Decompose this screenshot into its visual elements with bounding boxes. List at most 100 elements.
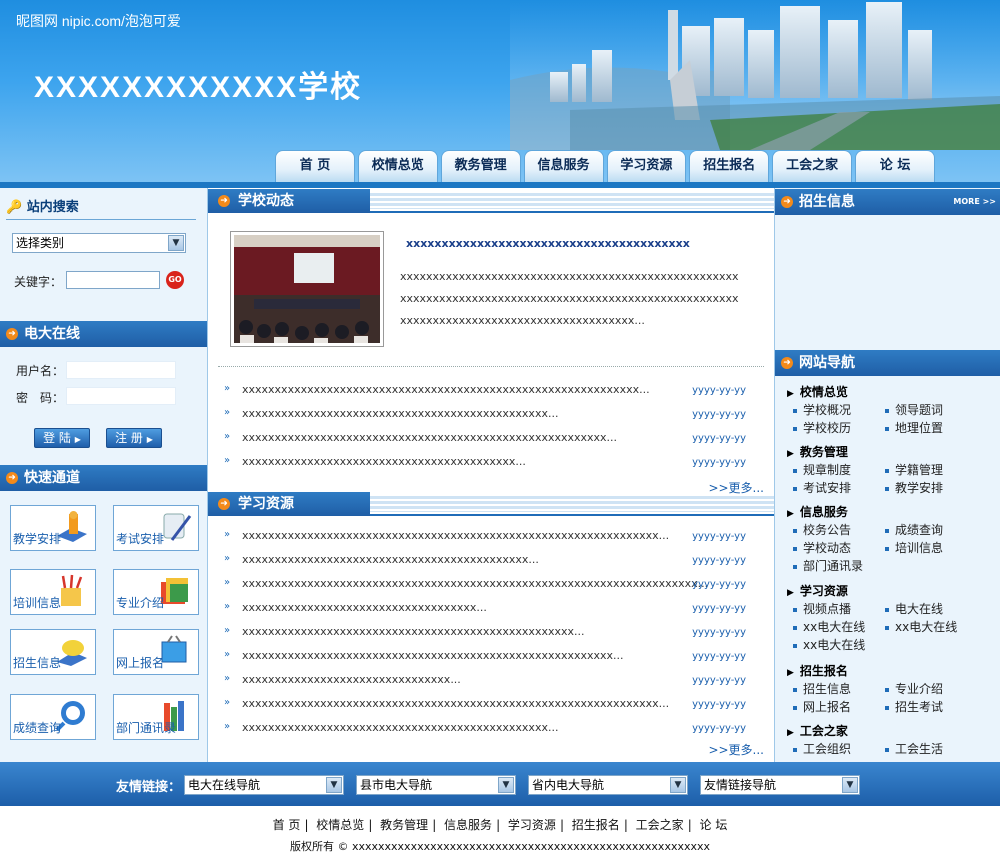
news-list-item[interactable]: » xxxxxxxxxxxxxxxxxxxxxxxxxxxxxxxxxxxxxxx… xyxy=(224,405,764,425)
dotted-divider xyxy=(218,366,764,367)
quick-exam-schedule[interactable]: 考试安排 xyxy=(113,505,199,551)
footer-link-enrollment[interactable]: 招生报名 xyxy=(568,818,624,832)
quick-major-intro[interactable]: 专业介绍 xyxy=(113,569,199,615)
bullet-icon xyxy=(793,687,797,692)
enroll-more-link[interactable]: MORE >> xyxy=(953,189,996,215)
sitenav-link[interactable]: 培训信息 xyxy=(885,539,943,556)
sitenav-link[interactable]: 成绩查询 xyxy=(885,521,943,538)
city-skyline-banner xyxy=(510,0,1000,150)
double-chevron-icon: » xyxy=(224,673,231,684)
study-list-item[interactable]: » xxxxxxxxxxxxxxxxxxxxxxxxxxxxxxxxxxxxxxx… xyxy=(224,527,764,547)
nav-enrollment[interactable]: 招生报名 xyxy=(689,150,770,182)
double-chevron-icon: » xyxy=(224,407,231,418)
site-title: XXXXXXXXXXXX学校 xyxy=(34,71,363,104)
study-section-header: ➜ 学习资源 xyxy=(208,492,774,516)
sitenav-link[interactable]: 学籍管理 xyxy=(885,461,943,478)
nav-union[interactable]: 工会之家 xyxy=(772,150,853,182)
news-list-item[interactable]: » xxxxxxxxxxxxxxxxxxxxxxxxxxxxxxxxxxxxxxx… xyxy=(224,453,764,473)
study-list-item[interactable]: » xxxxxxxxxxxxxxxxxxxxxxxxxxxxxxxx... yyyy… xyxy=(224,671,764,691)
sitenav-group-heading[interactable]: ▶ 学习资源 xyxy=(787,582,848,599)
sitenav-link[interactable]: 学校校历 xyxy=(793,419,851,436)
bullet-icon xyxy=(793,546,797,551)
sitenav-link[interactable]: 专业介绍 xyxy=(885,680,943,697)
double-chevron-icon: » xyxy=(224,455,231,466)
sitenav-link[interactable]: xx电大在线 xyxy=(793,636,865,653)
sitenav-link[interactable]: 校务公告 xyxy=(793,521,851,538)
login-button[interactable]: 登 陆 ▶ xyxy=(34,428,90,448)
keyword-input[interactable] xyxy=(66,271,160,289)
copyright: 版权所有 © xxxxxxxxxxxxxxxxxxxxxxxxxxxxxxxxx… xyxy=(289,840,711,853)
sitenav-link[interactable]: 招生考试 xyxy=(885,698,943,715)
study-list-item[interactable]: » xxxxxxxxxxxxxxxxxxxxxxxxxxxxxxxxxxxxxxx… xyxy=(224,695,764,715)
sitenav-link[interactable]: 学校动态 xyxy=(793,539,851,556)
quick-score-query[interactable]: 成绩查询 xyxy=(10,694,96,740)
sitenav-link[interactable]: 地理位置 xyxy=(885,419,943,436)
arrow-icon: ➜ xyxy=(218,498,230,510)
study-list-item[interactable]: » xxxxxxxxxxxxxxxxxxxxxxxxxxxxxxxxxxxxxxx… xyxy=(224,575,764,595)
quick-dept-directory[interactable]: 部门通讯录 xyxy=(113,694,199,740)
sitenav-link[interactable]: 考试安排 xyxy=(793,479,851,496)
study-list-item[interactable]: » xxxxxxxxxxxxxxxxxxxxxxxxxxxxxxxxxxxxxxx… xyxy=(224,647,764,667)
study-list-item[interactable]: » xxxxxxxxxxxxxxxxxxxxxxxxxxxxxxxxxxxxxxx… xyxy=(224,623,764,643)
arrow-icon: ➜ xyxy=(6,472,18,484)
sitenav-link[interactable]: 视频点播 xyxy=(793,600,851,617)
sitenav-link[interactable]: 网上报名 xyxy=(793,698,851,715)
footer-link-academic[interactable]: 教务管理 xyxy=(376,818,432,832)
link-select-friends[interactable]: 友情链接导航 ▼ xyxy=(700,775,860,795)
study-section-tab[interactable]: ➜ 学习资源 xyxy=(208,492,370,516)
quick-teaching-schedule[interactable]: 教学安排 xyxy=(10,505,96,551)
sitenav-link[interactable]: 领导题词 xyxy=(885,401,943,418)
link-select-province[interactable]: 省内电大导航 ▼ xyxy=(528,775,688,795)
news-list-item[interactable]: » xxxxxxxxxxxxxxxxxxxxxxxxxxxxxxxxxxxxxxx… xyxy=(224,381,764,401)
study-list-item[interactable]: » xxxxxxxxxxxxxxxxxxxxxxxxxxxxxxxxxxxxxxx… xyxy=(224,719,764,739)
sitenav-link[interactable]: 工会组织 xyxy=(793,740,851,757)
news-headline[interactable]: xxxxxxxxxxxxxxxxxxxxxxxxxxxxxxxxxxxxxxxx xyxy=(406,237,690,250)
footer-link-info-service[interactable]: 信息服务 xyxy=(440,818,496,832)
sitenav-link[interactable]: 招生信息 xyxy=(793,680,851,697)
nav-overview[interactable]: 校情总览 xyxy=(357,150,438,182)
footer-link-study-resources[interactable]: 学习资源 xyxy=(504,818,560,832)
quick-training-info[interactable]: 培训信息 xyxy=(10,569,96,615)
study-list-item[interactable]: » xxxxxxxxxxxxxxxxxxxxxxxxxxxxxxxxxxxxxxx… xyxy=(224,551,764,571)
sitenav-link[interactable]: xx电大在线 xyxy=(793,618,865,635)
go-button[interactable]: GO xyxy=(166,271,184,289)
sitenav-link[interactable]: 工会生活 xyxy=(885,740,943,757)
sitenav-group-heading[interactable]: ▶ 招生报名 xyxy=(787,662,848,679)
quick-enrollment-info[interactable]: 招生信息 xyxy=(10,629,96,675)
sitenav-link[interactable]: xx电大在线 xyxy=(885,618,957,635)
footer-link-home[interactable]: 首 页 xyxy=(269,818,305,832)
footer-link-union[interactable]: 工会之家 xyxy=(632,818,688,832)
nav-forum[interactable]: 论 坛 xyxy=(855,150,935,182)
nav-home[interactable]: 首 页 xyxy=(275,150,355,182)
double-chevron-icon: » xyxy=(224,721,231,732)
sitenav-group-heading[interactable]: ▶ 教务管理 xyxy=(787,443,848,460)
sitenav-group-heading[interactable]: ▶ 工会之家 xyxy=(787,722,848,739)
password-input[interactable] xyxy=(66,387,176,405)
sitenav-link[interactable]: 部门通讯录 xyxy=(793,557,863,574)
study-more-link[interactable]: >>更多... xyxy=(708,741,764,758)
sitenav-link[interactable]: 规章制度 xyxy=(793,461,851,478)
username-input[interactable] xyxy=(66,361,176,379)
sitenav-group-heading[interactable]: ▶ 校情总览 xyxy=(787,383,848,400)
sitenav-link[interactable]: 教学安排 xyxy=(885,479,943,496)
news-photo[interactable] xyxy=(230,231,384,347)
nav-study-resources[interactable]: 学习资源 xyxy=(606,150,687,182)
footer-link-forum[interactable]: 论 坛 xyxy=(696,818,732,832)
category-select[interactable]: 选择类别 ▼ xyxy=(12,233,186,253)
sitenav-link[interactable]: 电大在线 xyxy=(885,600,943,617)
link-select-online[interactable]: 电大在线导航 ▼ xyxy=(184,775,344,795)
register-button[interactable]: 注 册 ▶ xyxy=(106,428,162,448)
footer-link-overview[interactable]: 校情总览 xyxy=(312,818,368,832)
bullet-icon xyxy=(885,747,889,752)
nav-info-service[interactable]: 信息服务 xyxy=(523,150,604,182)
nav-academic[interactable]: 教务管理 xyxy=(440,150,521,182)
main-nav: 首 页 校情总览 教务管理 信息服务 学习资源 招生报名 工会之家 论 坛 xyxy=(275,150,935,182)
link-select-county[interactable]: 县市电大导航 ▼ xyxy=(356,775,516,795)
sitenav-link[interactable]: 学校概况 xyxy=(793,401,851,418)
sitenav-group-heading[interactable]: ▶ 信息服务 xyxy=(787,503,848,520)
news-list-item[interactable]: » xxxxxxxxxxxxxxxxxxxxxxxxxxxxxxxxxxxxxxx… xyxy=(224,429,764,449)
study-list-item[interactable]: » xxxxxxxxxxxxxxxxxxxxxxxxxxxxxxxxxxxx...… xyxy=(224,599,764,619)
quick-online-signup[interactable]: 网上报名 xyxy=(113,629,199,675)
chevron-down-icon: ▼ xyxy=(842,777,858,793)
news-section-tab[interactable]: ➜ 学校动态 xyxy=(208,189,370,213)
